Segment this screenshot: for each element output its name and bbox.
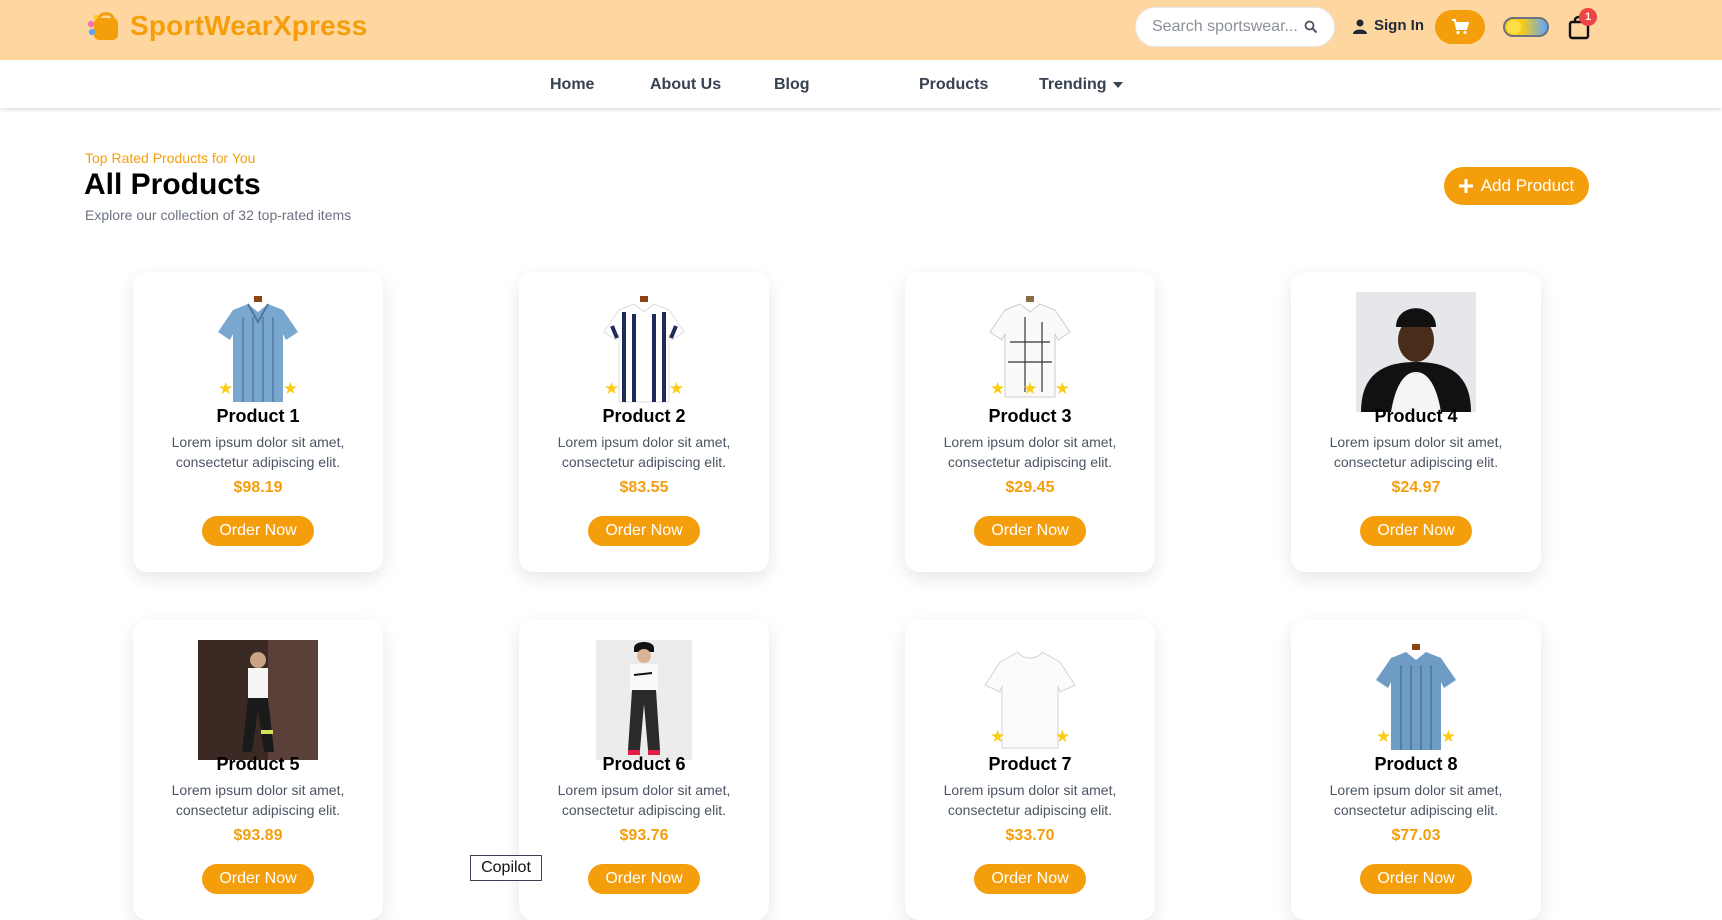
product-name: Product 8: [1374, 754, 1458, 774]
star-icon: ★: [1022, 379, 1038, 398]
search-box[interactable]: [1135, 7, 1335, 47]
theme-toggle[interactable]: [1503, 17, 1549, 37]
product-price: $98.19: [233, 479, 283, 496]
product-card[interactable]: ★ ★ ★ Product 3 Lorem ipsum dolor sit amet…: [905, 272, 1155, 572]
product-price: $33.70: [1005, 827, 1055, 844]
nav-blog-label: Blog: [774, 76, 810, 93]
product-description: Lorem ipsum dolor sit amet, consectetur …: [1329, 782, 1503, 818]
star-icon: ★: [1440, 727, 1456, 746]
product-description: Lorem ipsum dolor sit amet, consectetur …: [1329, 434, 1503, 470]
product-price: $29.45: [1005, 479, 1055, 496]
copilot-tooltip[interactable]: Copilot: [470, 855, 542, 881]
plus-icon: [1458, 179, 1473, 193]
product-price: $93.76: [619, 827, 669, 844]
product-card[interactable]: Product 5 Lorem ipsum dolor sit amet, co…: [133, 620, 383, 920]
rating-stars: ★ ★: [1376, 728, 1456, 745]
nav-about-us[interactable]: About Us: [650, 76, 721, 94]
product-description: Lorem ipsum dolor sit amet, consectetur …: [557, 782, 731, 818]
product-description: Lorem ipsum dolor sit amet, consectetur …: [943, 782, 1117, 818]
add-product-button[interactable]: Add Product: [1444, 167, 1589, 205]
star-icon: ★: [990, 727, 1006, 746]
product-name: Product 6: [602, 754, 686, 774]
product-price: $83.55: [619, 479, 669, 496]
top-header: SportWearXpress Sign In 1: [0, 0, 1722, 60]
product-description: Lorem ipsum dolor sit amet, consectetur …: [171, 782, 345, 818]
add-product-label: Add Product: [1480, 176, 1575, 195]
order-now-button[interactable]: Order Now: [974, 516, 1086, 546]
product-card[interactable]: ★ ★ Product 1 Lorem ipsum dolor sit amet,…: [133, 272, 383, 572]
shopping-bag-logo-icon: [87, 12, 118, 40]
sign-in-label: Sign In: [1374, 17, 1424, 34]
order-now-button[interactable]: Order Now: [588, 516, 700, 546]
star-icon: ★: [668, 379, 684, 398]
product-name: Product 3: [988, 406, 1072, 426]
star-icon: ★: [218, 379, 234, 398]
product-description: Lorem ipsum dolor sit amet, consectetur …: [557, 434, 731, 470]
nav-home-label: Home: [550, 76, 595, 93]
product-card[interactable]: Product 4 Lorem ipsum dolor sit amet, co…: [1291, 272, 1541, 572]
product-image: [1356, 292, 1476, 412]
main-nav: Home About Us Blog Products Trending: [0, 60, 1722, 108]
star-icon: ★: [1054, 727, 1070, 746]
cart-button[interactable]: [1435, 10, 1485, 44]
star-icon: ★: [1376, 727, 1392, 746]
nav-trending-label: Trending: [1039, 76, 1107, 93]
product-card[interactable]: ★ ★ Product 8 Lorem ipsum dolor sit amet,…: [1291, 620, 1541, 920]
order-now-button[interactable]: Order Now: [1360, 864, 1472, 894]
product-name: Product 4: [1374, 406, 1458, 426]
nav-about-label: About Us: [650, 76, 722, 93]
nav-products-label: Products: [919, 76, 989, 93]
star-icon: ★: [990, 379, 1006, 398]
search-icon[interactable]: [1304, 20, 1318, 34]
star-icon: ★: [1054, 379, 1070, 398]
caret-down-icon: [1112, 82, 1123, 88]
cart-icon: [1452, 19, 1469, 35]
brand-name: SportWearXpress: [130, 10, 368, 41]
nav-blog[interactable]: Blog: [774, 76, 810, 94]
order-now-button[interactable]: Order Now: [202, 864, 314, 894]
order-now-button[interactable]: Order Now: [974, 864, 1086, 894]
order-now-button[interactable]: Order Now: [588, 864, 700, 894]
product-name: Product 2: [602, 406, 686, 426]
product-name: Product 1: [216, 406, 300, 426]
page-title: All Products: [84, 168, 261, 201]
order-now-button[interactable]: Order Now: [1360, 516, 1472, 546]
product-description: Lorem ipsum dolor sit amet, consectetur …: [171, 434, 345, 470]
nav-home[interactable]: Home: [550, 76, 594, 94]
sign-in-link[interactable]: Sign In: [1352, 17, 1424, 34]
product-name: Product 5: [216, 754, 300, 774]
order-now-button[interactable]: Order Now: [202, 516, 314, 546]
nav-trending[interactable]: Trending: [1039, 76, 1123, 94]
rating-stars: ★ ★ ★: [990, 380, 1070, 397]
product-price: $93.89: [233, 827, 283, 844]
nav-products[interactable]: Products: [919, 76, 988, 94]
product-card[interactable]: ★ ★ Product 2 Lorem ipsum dolor sit amet,…: [519, 272, 769, 572]
star-icon: ★: [282, 379, 298, 398]
brand-logo[interactable]: SportWearXpress: [86, 8, 367, 44]
rating-stars: ★ ★: [604, 380, 684, 397]
rating-stars: ★ ★: [218, 380, 298, 397]
product-price: $77.03: [1391, 827, 1441, 844]
section-eyebrow: Top Rated Products for You: [85, 150, 256, 166]
user-icon: [1353, 19, 1367, 34]
product-name: Product 7: [988, 754, 1072, 774]
star-icon: ★: [604, 379, 620, 398]
product-image: [596, 640, 692, 760]
product-description: Lorem ipsum dolor sit amet, consectetur …: [943, 434, 1117, 470]
product-price: $24.97: [1391, 479, 1441, 496]
product-image: [198, 640, 318, 760]
search-input[interactable]: [1152, 18, 1302, 36]
bag-count-badge: 1: [1579, 8, 1597, 26]
rating-stars: ★ ★: [990, 728, 1070, 745]
toggle-knob: [1507, 20, 1521, 34]
product-card[interactable]: Product 6 Lorem ipsum dolor sit amet, co…: [519, 620, 769, 920]
page-subtitle: Explore our collection of 32 top-rated i…: [85, 207, 352, 223]
product-card[interactable]: ★ ★ Product 7 Lorem ipsum dolor sit amet,…: [905, 620, 1155, 920]
